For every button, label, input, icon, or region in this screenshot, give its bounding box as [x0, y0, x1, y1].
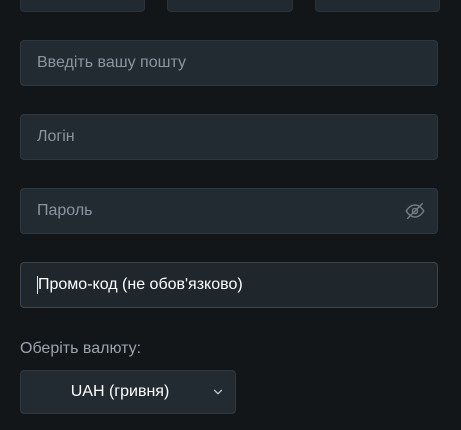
login-field[interactable]: Логін: [20, 114, 438, 160]
password-visibility-toggle[interactable]: [403, 199, 427, 223]
password-placeholder: Пароль: [37, 202, 93, 219]
email-field[interactable]: Введіть вашу пошту: [20, 40, 438, 86]
currency-select[interactable]: UAH (гривня): [20, 370, 236, 414]
eye-off-icon: [405, 202, 425, 220]
top-tiles: [20, 0, 440, 12]
promo-code-placeholder: Промо-код (не обов'язково): [38, 276, 243, 293]
currency-label: Оберіть валюту:: [20, 340, 142, 357]
top-tile-3[interactable]: [314, 0, 440, 12]
promo-code-field[interactable]: Промо-код (не обов'язково): [20, 262, 438, 308]
currency-selected-value: UAH (гривня): [70, 383, 170, 400]
email-placeholder: Введіть вашу пошту: [37, 54, 186, 71]
login-placeholder: Логін: [37, 128, 75, 145]
text-cursor: [37, 276, 38, 294]
password-field[interactable]: Пароль: [20, 188, 438, 234]
top-tile-1[interactable]: [20, 0, 146, 12]
top-tile-2[interactable]: [167, 0, 293, 12]
chevron-down-icon: [211, 385, 225, 399]
